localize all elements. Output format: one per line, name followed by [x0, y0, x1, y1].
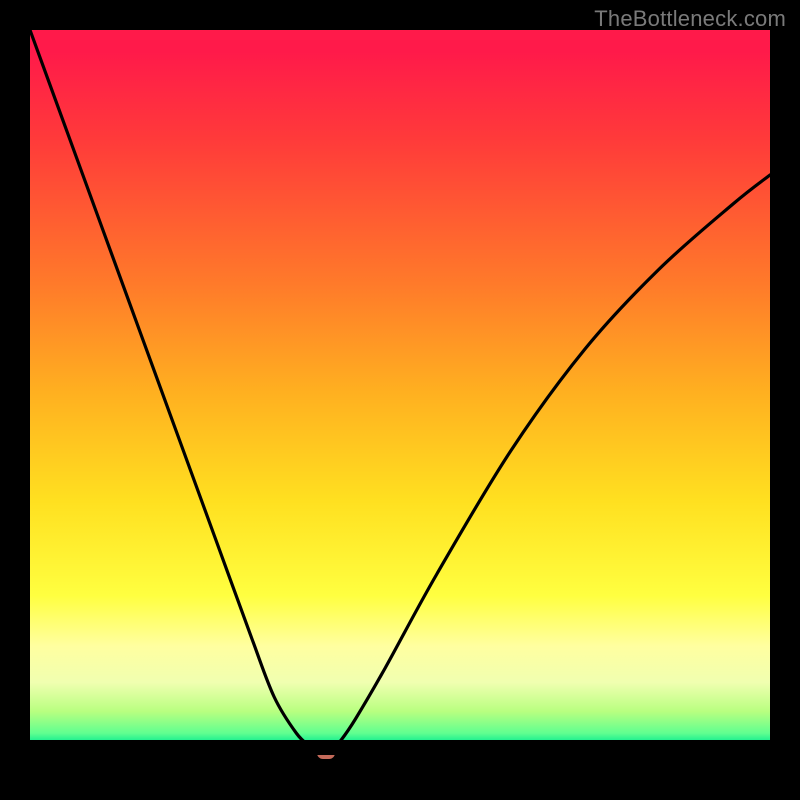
watermark-text: TheBottleneck.com — [594, 6, 786, 32]
chart-svg — [30, 30, 770, 755]
chart-frame — [30, 30, 770, 770]
chart-plot-area — [30, 30, 770, 755]
chart-curve-line — [30, 30, 770, 756]
chart-baseline — [30, 740, 770, 755]
